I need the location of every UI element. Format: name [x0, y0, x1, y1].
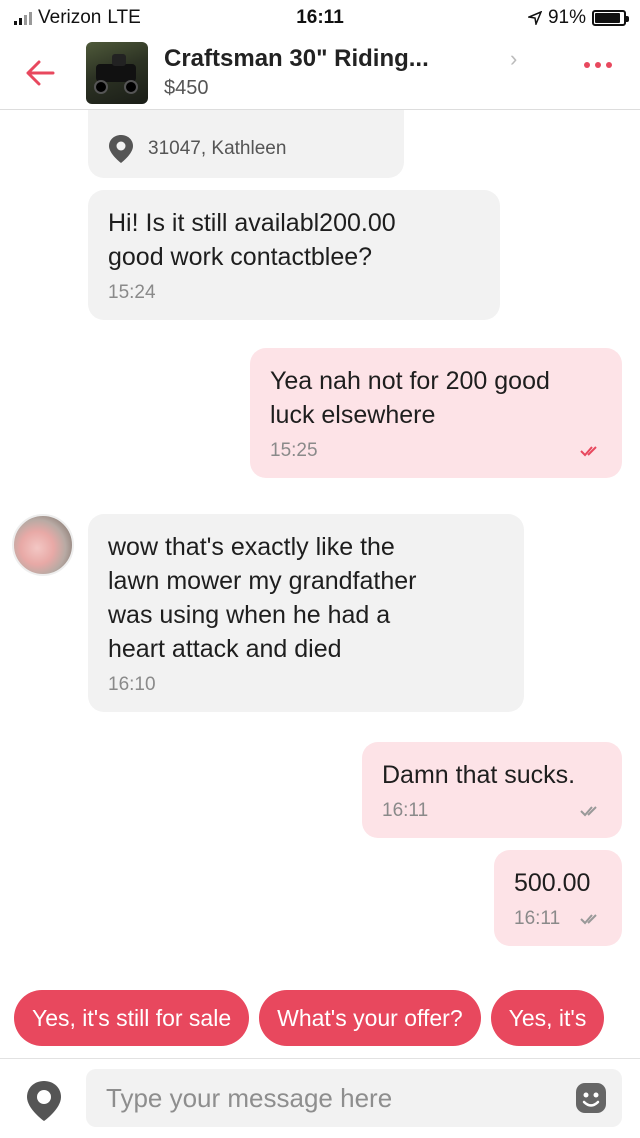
location-card: 31047, Kathleen [88, 100, 404, 178]
message-time: 16:11 [514, 908, 561, 929]
read-receipt-icon [580, 446, 597, 457]
more-dots-icon[interactable] [584, 62, 612, 68]
message-text: Damn that sucks. [382, 761, 576, 789]
message-time: 15:24 [108, 282, 156, 303]
read-receipt-icon [580, 806, 597, 817]
message-bubble-incoming: wow that's exactly like the lawn mower m… [88, 514, 524, 712]
carrier-label: Verizon [38, 7, 102, 28]
arrow-left-icon [26, 60, 55, 85]
listing-info[interactable]: Craftsman 30" Riding... $450 [164, 45, 640, 100]
emoji-icon[interactable] [574, 1081, 608, 1115]
listing-thumbnail[interactable] [86, 41, 148, 104]
status-bar: Verizon LTE 16:11 91% [0, 0, 640, 36]
avatar[interactable] [12, 514, 74, 576]
message-text: Hi! Is it still availabl200.00 [108, 209, 396, 237]
conversation-header: Craftsman 30" Riding... $450 › [0, 36, 640, 110]
location-arrow-icon [527, 11, 542, 25]
quick-reply-whats-your-offer[interactable]: What's your offer? [259, 990, 481, 1046]
message-bubble-incoming: Hi! Is it still availabl200.00 good work… [88, 190, 500, 320]
status-left: Verizon LTE [14, 7, 141, 29]
message-text: was using when he had a [108, 601, 391, 629]
read-receipt-icon [580, 914, 597, 925]
message-time: 16:11 [382, 800, 429, 821]
listing-price: $450 [164, 77, 209, 99]
message-text: wow that's exactly like the [108, 533, 395, 561]
network-label: LTE [107, 7, 141, 28]
status-right: 91% [527, 7, 629, 29]
back-button[interactable] [10, 43, 70, 103]
quick-replies: Yes, it's still for sale What's your off… [14, 990, 605, 1046]
listing-title: Craftsman 30" Riding... [164, 45, 429, 72]
message-text: luck elsewhere [270, 401, 436, 429]
message-input[interactable]: Type your message here [86, 1069, 622, 1127]
chevron-right-icon[interactable]: › [510, 46, 517, 72]
battery-fill [595, 13, 621, 23]
battery-percent: 91% [547, 7, 586, 28]
location-pin-icon [109, 135, 133, 163]
message-text: 500.00 [514, 869, 591, 897]
message-input-placeholder: Type your message here [106, 1082, 393, 1113]
message-composer: Type your message here [0, 1058, 640, 1138]
message-text: good work contactblee? [108, 243, 373, 271]
message-text: Yea nah not for 200 good [270, 367, 550, 395]
message-text: lawn mower my grandfather [108, 567, 417, 595]
battery-icon [592, 10, 629, 26]
message-text: heart attack and died [108, 635, 342, 663]
location-text: 31047, Kathleen [148, 138, 287, 159]
quick-reply-yes-its[interactable]: Yes, it's [490, 990, 605, 1046]
message-bubble-outgoing: Yea nah not for 200 good luck elsewhere … [250, 348, 622, 478]
location-pin-icon[interactable] [24, 1079, 64, 1123]
quick-reply-still-for-sale[interactable]: Yes, it's still for sale [14, 990, 250, 1046]
message-time: 15:25 [270, 440, 318, 461]
signal-icon [14, 11, 32, 25]
message-time: 16:10 [108, 674, 156, 695]
message-bubble-outgoing: 500.00 16:11 [494, 850, 622, 946]
message-bubble-outgoing: Damn that sucks. 16:11 [362, 742, 622, 838]
